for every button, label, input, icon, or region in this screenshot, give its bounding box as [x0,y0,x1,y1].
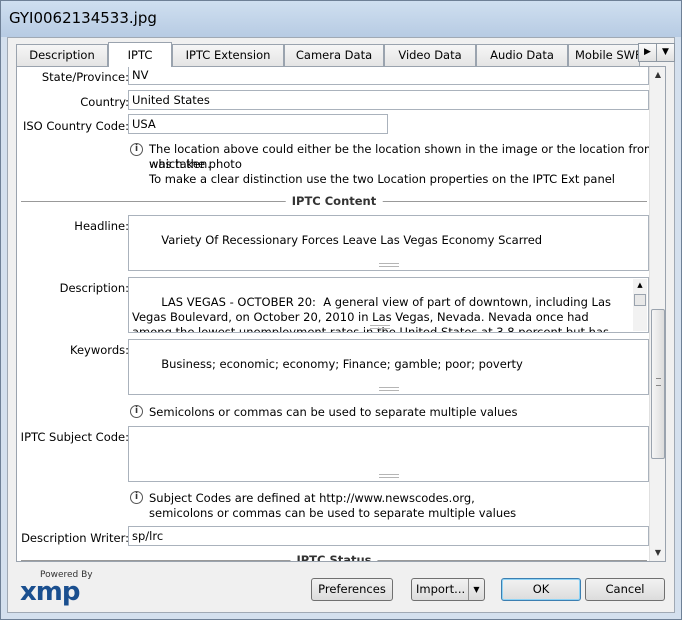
headline-label: Headline: [74,219,129,233]
scroll-up-icon[interactable]: ▲ [650,67,665,83]
tab-description[interactable]: Description [16,44,108,66]
xmp-logo: Powered By xmp [20,570,93,607]
import-button-label: Import... [416,582,466,596]
info-icon: i [130,491,143,504]
country-label: Country: [80,95,129,109]
iptc-panel: State/Province: NV Country: United State… [16,66,666,562]
dialog-window: GYI0062134533.jpg Description IPTC IPTC … [0,0,682,620]
subject-code-label: IPTC Subject Code: [20,430,129,444]
location-note-line-1: The location above could either be the l… [149,142,656,171]
dialog-client: Description IPTC IPTC Extension Camera D… [7,37,675,613]
keywords-field[interactable]: Business; economic; economy; Finance; ga… [128,339,649,395]
keywords-label: Keywords: [70,343,129,357]
description-scrollbar[interactable]: ▲ [633,279,647,331]
thumb-grip [656,378,661,386]
location-note-line-3: To make a clear distinction use the two … [149,172,615,186]
title-bar[interactable]: GYI0062134533.jpg [1,1,681,37]
resize-grip[interactable] [378,474,399,478]
info-icon: i [130,405,143,418]
resize-grip[interactable] [369,325,390,329]
iso-country-code-field[interactable]: USA [128,114,388,134]
resize-grip[interactable] [378,387,399,391]
import-dropdown-icon[interactable]: ▼ [468,579,484,600]
section-iptc-status: IPTC Status [21,553,647,561]
description-writer-label: Description Writer: [21,531,129,545]
resize-grip[interactable] [378,263,399,267]
tab-video-data[interactable]: Video Data [384,44,476,66]
info-icon: i [130,143,143,156]
subject-note-line-2: semicolons or commas can be used to sepa… [149,506,517,520]
iso-country-code-label: ISO Country Code: [22,119,129,133]
state-field[interactable]: NV [128,67,649,85]
scroll-down-icon[interactable]: ▼ [650,545,665,561]
description-scroll-thumb[interactable] [634,294,646,306]
location-note-line-2: was taken. [149,157,211,171]
section-iptc-content-title: IPTC Content [285,194,383,208]
description-writer-field[interactable]: sp/lrc [128,526,649,546]
section-iptc-status-title: IPTC Status [290,553,378,561]
scroll-up-icon[interactable]: ▲ [633,279,647,292]
subject-code-field[interactable] [128,426,649,482]
tab-iptc[interactable]: IPTC [108,42,172,67]
state-label: State/Province: [41,70,129,84]
import-button[interactable]: Import... ▼ [411,578,485,601]
tab-scroll-right-icon[interactable]: ▶ [638,43,657,62]
keywords-text: Business; economic; economy; Finance; ga… [161,357,523,371]
panel-scroll-thumb[interactable] [651,309,665,459]
tab-mobile-swf[interactable]: Mobile SWF [568,44,640,66]
cancel-button[interactable]: Cancel [585,578,665,601]
panel-scrollbar[interactable]: ▲ ▼ [649,67,665,561]
window-title: GYI0062134533.jpg [9,9,157,27]
tab-audio-data[interactable]: Audio Data [476,44,568,66]
subject-note-line-1: Subject Codes are defined at http://www.… [149,491,475,505]
keywords-note: Semicolons or commas can be used to sepa… [149,405,518,419]
section-iptc-content: IPTC Content [21,194,647,208]
headline-text: Variety Of Recessionary Forces Leave Las… [161,233,543,247]
tab-iptc-extension[interactable]: IPTC Extension [172,44,284,66]
country-field[interactable]: United States [128,90,649,110]
tab-menu-icon[interactable]: ▼ [656,43,675,62]
description-label: Description: [59,281,129,295]
headline-field[interactable]: Variety Of Recessionary Forces Leave Las… [128,215,649,271]
ok-button[interactable]: OK [501,578,581,601]
description-field[interactable]: LAS VEGAS - OCTOBER 20: A general view o… [128,277,649,333]
tab-camera-data[interactable]: Camera Data [284,44,384,66]
xmp-brand: xmp [20,577,80,607]
preferences-button[interactable]: Preferences [311,578,393,601]
